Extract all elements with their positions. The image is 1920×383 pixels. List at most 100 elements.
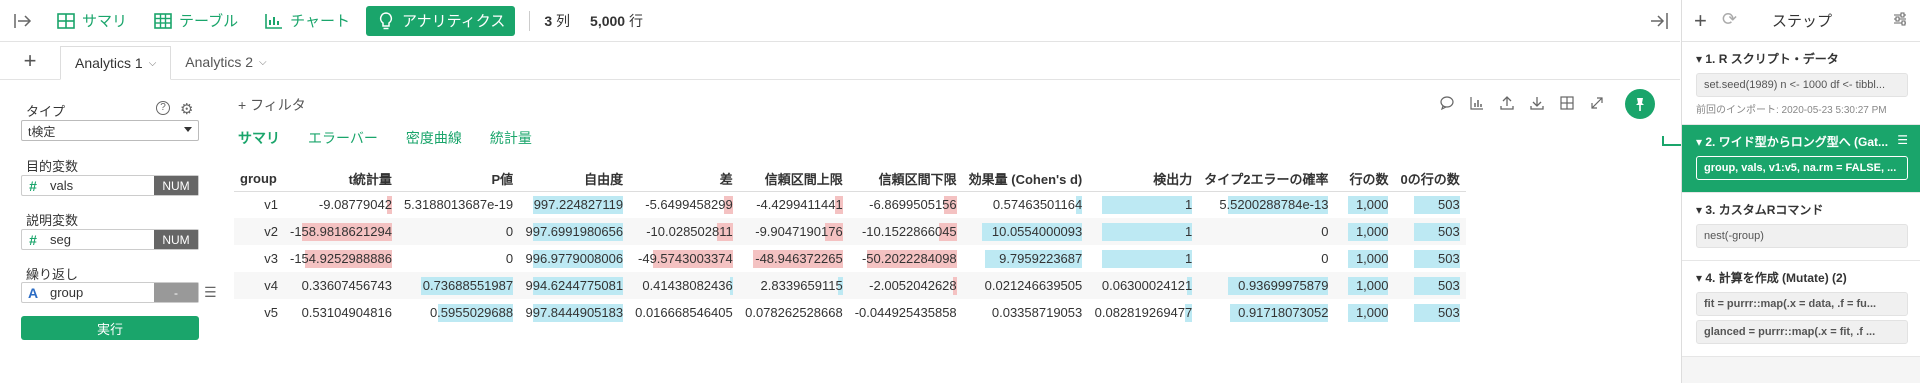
table-cell: 994.6244775081: [519, 272, 630, 299]
divider: [529, 10, 531, 31]
step-item[interactable]: ▾ 4. 計算を作成 (Mutate) (2) fit = purrr::map…: [1682, 261, 1920, 357]
table-cell: -48.946372265: [739, 245, 849, 272]
cell-value: 0.57463501164: [992, 196, 1083, 212]
filter-button[interactable]: + フィルタ: [238, 95, 306, 115]
cell-value: 0.73688551987: [422, 277, 514, 293]
type-select[interactable]: t検定: [21, 120, 199, 141]
column-header[interactable]: 検出力: [1088, 167, 1199, 192]
menu-icon[interactable]: ☰: [204, 284, 217, 301]
table-row[interactable]: v3 -154.9252988886 0 996.9779008006 -49.5743…: [234, 245, 1466, 272]
table-cell: 0.078262528668: [739, 299, 849, 326]
cell-value: -10.1522866045: [861, 223, 957, 239]
column-header[interactable]: group: [234, 167, 284, 192]
cell-value: 503: [1438, 277, 1460, 293]
grid-icon[interactable]: [1559, 95, 1575, 111]
column-header[interactable]: 差: [629, 167, 739, 192]
column-header[interactable]: 信頼区間上限: [738, 167, 849, 192]
steps-panel: + ⟳ ステップ ▾ 1. R スクリプト・データ set.seed(1989)…: [1681, 0, 1920, 383]
tab-analytics-label: アナリティクス: [401, 13, 506, 30]
tab-label: Analytics 2: [185, 54, 253, 70]
target-field[interactable]: # vals NUM: [21, 175, 199, 196]
collapse-right-icon[interactable]: [1648, 10, 1670, 32]
cell-value: -4.4299411441: [756, 196, 843, 212]
plus-icon[interactable]: +: [1694, 8, 1707, 34]
table-cell: -4.4299411441: [739, 191, 849, 218]
table-row[interactable]: v1 -9.08779042 5.3188013687e-19 997.2248271…: [234, 191, 1466, 218]
cell-value: 0.021246639505: [984, 277, 1083, 293]
explanatory-field[interactable]: # seg NUM: [21, 229, 199, 250]
column-header[interactable]: t統計量: [284, 167, 398, 192]
download-icon[interactable]: [1529, 95, 1545, 111]
comment-icon[interactable]: [1439, 95, 1455, 111]
column-header[interactable]: 0の行の数: [1394, 167, 1466, 192]
column-header[interactable]: タイプ2エラーの確率: [1198, 167, 1335, 192]
step-item[interactable]: ▾ 1. R スクリプト・データ set.seed(1989) n <- 100…: [1682, 42, 1920, 125]
cell-value: -9.9047190176: [755, 223, 843, 239]
column-header[interactable]: 自由度: [519, 167, 630, 192]
table-cell: v3: [234, 245, 284, 272]
tab-analytics-2[interactable]: Analytics 2 ⌵: [171, 45, 280, 79]
step-code[interactable]: nest(-group): [1696, 224, 1908, 248]
add-analytics-button[interactable]: +: [0, 43, 60, 79]
help-icon[interactable]: ?: [156, 101, 170, 115]
top-bar: サマリ テーブル チャート アナリティクス 3 列 5,000 行: [0, 0, 1680, 42]
column-header[interactable]: 行の数: [1334, 167, 1395, 192]
toolbar: [1439, 95, 1605, 111]
hash-icon: #: [29, 231, 37, 248]
repeat-value: group: [50, 285, 84, 300]
tab-analytics[interactable]: アナリティクス: [365, 5, 516, 36]
chevron-down-icon: ⌵: [148, 57, 157, 69]
table-cell: 0.082819269477: [1088, 299, 1198, 326]
text-type-icon: A: [27, 284, 39, 301]
settings-sliders-icon[interactable]: [1892, 11, 1908, 32]
tab-chart[interactable]: チャート: [254, 6, 360, 36]
gear-icon[interactable]: ⚙: [180, 100, 193, 118]
table-row[interactable]: v2 -158.9818621294 0 997.6991980656 -10.0285…: [234, 218, 1466, 245]
table-row[interactable]: v4 0.33607456743 0.73688551987 994.62447750…: [234, 272, 1466, 299]
subtab-statistics[interactable]: 統計量: [490, 128, 532, 148]
step-code[interactable]: set.seed(1989) n <- 1000 df <- tibbl...: [1696, 73, 1908, 97]
tab-analytics-1[interactable]: Analytics 1 ⌵: [60, 46, 172, 80]
table-cell: 1,000: [1334, 245, 1394, 272]
run-button[interactable]: 実行: [21, 316, 199, 340]
cell-value: 0.33607456743: [301, 277, 392, 293]
table-cell: 503: [1394, 299, 1465, 326]
explanatory-value: seg: [50, 232, 71, 247]
cell-value: 0: [1321, 250, 1329, 266]
tab-summary[interactable]: サマリ: [46, 6, 137, 36]
column-header[interactable]: 効果量 (Cohen's d): [962, 167, 1089, 192]
subtab-density[interactable]: 密度曲線: [406, 128, 462, 148]
upload-icon[interactable]: [1499, 95, 1515, 111]
repeat-field[interactable]: Agroup -: [21, 282, 199, 303]
cell-value: 0.41438082436: [642, 277, 733, 293]
expand-icon[interactable]: [1589, 95, 1605, 111]
hash-icon: #: [29, 177, 37, 194]
table-body: v1 -9.08779042 5.3188013687e-19 997.2248271…: [234, 191, 1466, 326]
chart-icon[interactable]: [1469, 95, 1485, 111]
cell-value: 2.8339659115: [760, 277, 843, 293]
table-row[interactable]: v5 0.53104904816 0.5955029688 997.844490518…: [234, 299, 1466, 326]
step-item[interactable]: ▾ 3. カスタムRコマンド nest(-group): [1682, 193, 1920, 261]
subtab-summary[interactable]: サマリ: [238, 128, 280, 148]
refresh-icon[interactable]: ⟳: [1722, 9, 1737, 30]
table-cell: 9.7959223687: [963, 245, 1089, 272]
step-item-active[interactable]: ▾ 2. ワイド型からロング型へ (Gat... ☰ group, vals, v…: [1682, 125, 1920, 193]
step-code[interactable]: fit = purrr::map(.x = data, .f = fu...: [1696, 292, 1908, 316]
cell-value: 997.224827119: [533, 196, 624, 212]
pin-button[interactable]: [1625, 89, 1655, 119]
table-cell: -49.5743003374: [629, 245, 739, 272]
column-header[interactable]: P値: [397, 167, 520, 192]
step-code[interactable]: glanced = purrr::map(.x = fit, .f ...: [1696, 320, 1908, 344]
cell-value: 994.6244775081: [525, 277, 624, 293]
tab-table[interactable]: テーブル: [143, 6, 248, 36]
table-cell: 503: [1394, 245, 1465, 272]
column-header[interactable]: 信頼区間下限: [848, 167, 963, 192]
subtab-errorbar[interactable]: エラーバー: [308, 128, 378, 148]
table-cell: 1: [1088, 191, 1198, 218]
collapse-left-icon[interactable]: [0, 0, 46, 42]
pin-icon: [1636, 98, 1644, 111]
value-bar: [1102, 222, 1193, 241]
menu-icon[interactable]: ☰: [1897, 133, 1908, 147]
step-code[interactable]: group, vals, v1:v5, na.rm = FALSE, ...: [1696, 156, 1908, 180]
table-cell: v4: [234, 272, 284, 299]
